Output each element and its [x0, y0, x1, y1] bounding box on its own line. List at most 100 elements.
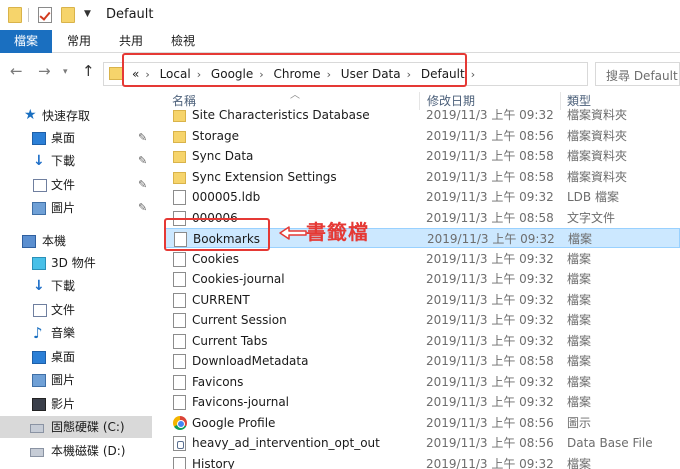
file-icon	[173, 190, 186, 205]
tab-share[interactable]: 共用	[114, 30, 148, 53]
file-row[interactable]: Sync Extension Settings 2019/11/3 上午 08:5…	[165, 167, 680, 187]
file-type: 檔案	[567, 272, 592, 286]
file-date: 2019/11/3 上午 08:58	[426, 210, 554, 225]
file-row[interactable]: Favicons 2019/11/3 上午 09:32 檔案	[165, 372, 680, 392]
file-row[interactable]: CURRENT 2019/11/3 上午 09:32 檔案	[165, 290, 680, 310]
drive-icon	[30, 448, 44, 457]
pin-icon[interactable]: ✎	[138, 127, 147, 149]
search-placeholder: 搜尋 Default	[606, 69, 678, 83]
file-type: 檔案	[567, 251, 592, 266]
properties-icon[interactable]	[38, 7, 52, 23]
videos-icon	[32, 398, 46, 411]
nav-item-music[interactable]: ♪ 音樂	[0, 322, 152, 344]
file-row[interactable]: Favicons-journal 2019/11/3 上午 09:32 檔案	[165, 392, 680, 412]
nav-item-desktop[interactable]: 桌面 ✎	[0, 127, 152, 149]
file-row[interactable]: Site Characteristics Database 2019/11/3 上…	[165, 105, 680, 125]
back-icon[interactable]: ←	[10, 62, 23, 80]
arrow-left-icon	[279, 226, 307, 240]
nav-label: 下載	[51, 279, 76, 293]
file-date: 2019/11/3 上午 08:58	[426, 354, 554, 368]
file-row[interactable]: 000005.ldb 2019/11/3 上午 09:32 LDB 檔案	[165, 187, 680, 207]
pictures-icon	[32, 202, 46, 215]
nav-this-pc[interactable]: 本機	[0, 230, 152, 252]
folder-icon	[8, 7, 22, 23]
file-name: Current Tabs	[192, 333, 268, 348]
file-type: 檔案	[567, 395, 592, 409]
nav-item-pc-desktop[interactable]: 桌面	[0, 346, 152, 368]
nav-item-pictures[interactable]: 圖片 ✎	[0, 197, 152, 219]
customize-toolbar-icon[interactable]: ▼	[84, 9, 91, 19]
file-date: 2019/11/3 上午 09:32	[426, 251, 554, 266]
nav-label: 影片	[51, 397, 76, 411]
recent-locations-icon[interactable]: ▾	[63, 67, 68, 77]
nav-label: 圖片	[51, 373, 76, 387]
file-date: 2019/11/3 上午 09:32	[426, 456, 554, 469]
folder-icon	[109, 67, 123, 80]
nav-label: 文件	[51, 303, 76, 317]
folder-icon	[173, 171, 186, 184]
file-date: 2019/11/3 上午 09:32	[426, 374, 554, 389]
pictures-icon	[32, 374, 46, 387]
folder-icon	[173, 110, 186, 122]
chevron-right-icon[interactable]: ›	[465, 64, 481, 86]
music-icon: ♪	[33, 324, 43, 342]
nav-item-3d-objects[interactable]: 3D 物件	[0, 252, 152, 274]
file-name: Storage	[192, 128, 239, 143]
file-name: CURRENT	[192, 292, 250, 307]
nav-item-pc-documents[interactable]: 文件	[0, 299, 152, 321]
nav-item-drive-d[interactable]: 本機磁碟 (D:)	[0, 440, 152, 462]
file-date: 2019/11/3 上午 09:32	[426, 313, 554, 327]
folder-icon	[173, 130, 186, 143]
file-name: Favicons-journal	[192, 395, 290, 409]
file-icon	[173, 333, 186, 349]
file-row[interactable]: Cookies 2019/11/3 上午 09:32 檔案	[165, 249, 680, 269]
file-row[interactable]: Storage 2019/11/3 上午 08:56 檔案資料夾	[165, 126, 680, 146]
nav-item-documents[interactable]: 文件 ✎	[0, 174, 152, 196]
file-row[interactable]: heavy_ad_intervention_opt_out 2019/11/3 上…	[165, 433, 680, 453]
star-icon: ★	[24, 107, 37, 123]
nav-item-downloads[interactable]: ↓ 下載 ✎	[0, 150, 152, 172]
nav-label: 快速存取	[42, 109, 91, 123]
forward-icon[interactable]: →	[38, 62, 51, 80]
nav-label: 下載	[51, 154, 76, 168]
nav-item-drive-c[interactable]: 固態硬碟 (C:)	[0, 416, 152, 438]
file-name: Site Characteristics Database	[192, 108, 370, 122]
tab-file[interactable]: 檔案	[0, 30, 52, 53]
file-row[interactable]: Google Profile 2019/11/3 上午 08:56 圖示	[165, 413, 680, 433]
file-name: heavy_ad_intervention_opt_out	[192, 436, 380, 450]
file-icon	[173, 251, 186, 267]
nav-quick-access[interactable]: ★ 快速存取	[0, 105, 152, 127]
file-type: 檔案資料夾	[567, 128, 628, 143]
file-row[interactable]: DownloadMetadata 2019/11/3 上午 08:58 檔案	[165, 351, 680, 371]
tab-view[interactable]: 檢視	[166, 30, 200, 53]
file-name: Sync Data	[192, 149, 254, 163]
chrome-icon	[173, 415, 187, 430]
search-input[interactable]: 搜尋 Default	[595, 62, 680, 86]
file-row[interactable]: History 2019/11/3 上午 09:32 檔案	[165, 454, 680, 469]
file-icon	[173, 456, 186, 469]
nav-item-videos[interactable]: 影片	[0, 393, 152, 415]
file-type: 檔案	[567, 374, 592, 389]
db-icon	[173, 436, 186, 451]
tab-home[interactable]: 常用	[62, 30, 96, 53]
nav-scrollbar[interactable]	[152, 90, 164, 469]
nav-item-pc-pictures[interactable]: 圖片	[0, 369, 152, 391]
file-icon	[173, 374, 186, 390]
pin-icon[interactable]: ✎	[138, 174, 147, 196]
nav-item-pc-downloads[interactable]: ↓ 下載	[0, 275, 152, 297]
nav-label: 本機磁碟 (D:)	[51, 444, 126, 458]
file-name: Cookies-journal	[192, 272, 285, 286]
pin-icon[interactable]: ✎	[138, 150, 147, 172]
file-row[interactable]: Current Session 2019/11/3 上午 09:32 檔案	[165, 310, 680, 330]
file-row[interactable]: Current Tabs 2019/11/3 上午 09:32 檔案	[165, 331, 680, 351]
file-type: 檔案資料夾	[567, 169, 628, 184]
file-row[interactable]: Sync Data 2019/11/3 上午 08:58 檔案資料夾	[165, 146, 680, 166]
file-type: 檔案	[567, 292, 592, 307]
file-name: DownloadMetadata	[192, 354, 309, 368]
file-row[interactable]: Cookies-journal 2019/11/3 上午 09:32 檔案	[165, 269, 680, 289]
file-date: 2019/11/3 上午 08:58	[426, 149, 554, 163]
up-icon[interactable]: ↑	[82, 62, 95, 80]
pin-icon[interactable]: ✎	[138, 197, 147, 219]
new-folder-icon[interactable]	[61, 7, 75, 23]
annotation-label: 書籤檔	[306, 220, 369, 244]
